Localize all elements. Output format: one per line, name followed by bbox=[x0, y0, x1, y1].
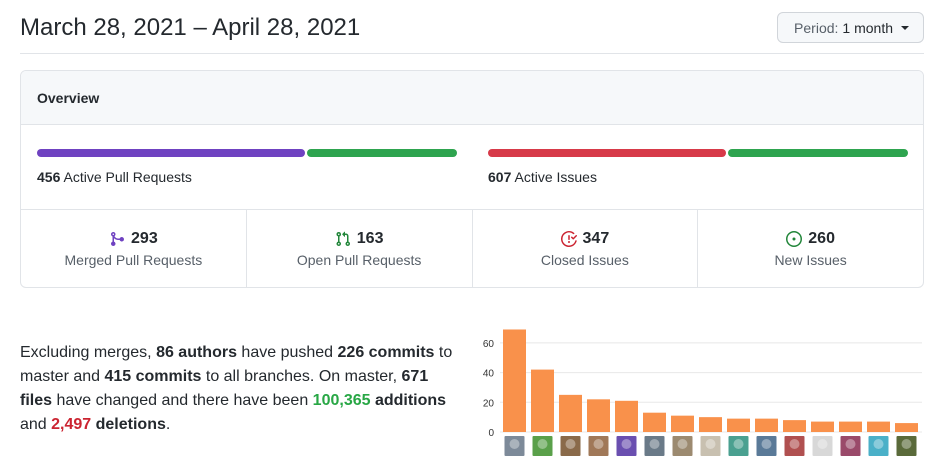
page-header: March 28, 2021 – April 28, 2021 Period: … bbox=[20, 0, 924, 54]
avatar-face bbox=[789, 439, 800, 449]
issue-opened-icon bbox=[786, 231, 803, 247]
all-commits-count: 415 commits bbox=[104, 368, 202, 385]
new-issues-label: New Issues bbox=[774, 252, 847, 268]
y-tick-label: 60 bbox=[483, 339, 495, 350]
summary-text: have changed and there have been bbox=[52, 392, 313, 409]
overview-title: Overview bbox=[37, 89, 100, 106]
caret-down-icon bbox=[901, 25, 909, 30]
summary-text: to all branches. On master, bbox=[201, 368, 402, 385]
contributor-bar[interactable] bbox=[839, 421, 862, 432]
pull-requests-summary[interactable]: 456 Active Pull Requests bbox=[37, 149, 457, 185]
contributor-bar[interactable] bbox=[559, 394, 582, 432]
contributor-bar[interactable] bbox=[671, 415, 694, 432]
overview-box: Overview 456 Active Pull Requests 607 Ac… bbox=[20, 70, 924, 288]
closed-issues-count: 347 bbox=[582, 230, 610, 247]
period-value: 1 month bbox=[842, 19, 893, 36]
avatar-face bbox=[901, 439, 912, 449]
deletions-word: deletions bbox=[91, 416, 166, 433]
authors-count: 86 authors bbox=[156, 344, 237, 361]
git-merge-icon bbox=[111, 232, 125, 246]
pull-requests-progress-bar bbox=[37, 149, 457, 157]
avatar-face bbox=[509, 439, 520, 449]
avatar-face bbox=[705, 439, 716, 449]
active-issues-count: 607 bbox=[488, 169, 512, 185]
stat-merged-pull-requests[interactable]: 293 Merged Pull Requests bbox=[21, 210, 247, 287]
avatar-face bbox=[761, 439, 772, 449]
overview-stats-row: 293 Merged Pull Requests 163 Open Pull R… bbox=[21, 210, 923, 287]
merged-pr-count: 293 bbox=[131, 230, 158, 247]
contributor-bar[interactable] bbox=[699, 417, 722, 432]
y-tick-label: 40 bbox=[483, 369, 495, 380]
contributor-bar[interactable] bbox=[867, 421, 890, 432]
pull-requests-caption: 456 Active Pull Requests bbox=[37, 169, 457, 185]
merged-pr-label: Merged Pull Requests bbox=[64, 252, 203, 268]
y-tick-label: 20 bbox=[483, 398, 495, 409]
summary-text: . bbox=[165, 416, 171, 433]
open-pr-count: 163 bbox=[356, 230, 384, 247]
closed-issues-label: Closed Issues bbox=[540, 252, 629, 268]
commit-summary: Excluding merges, 86 authors have pushed… bbox=[20, 341, 460, 437]
overview-bars-row: 456 Active Pull Requests 607 Active Issu… bbox=[21, 125, 923, 210]
summary-text: and bbox=[20, 416, 52, 433]
closed-issues-segment bbox=[488, 149, 727, 157]
avatar-face bbox=[845, 439, 856, 449]
merged-pr-segment bbox=[37, 149, 305, 157]
deletions-count: 2,497 bbox=[51, 416, 92, 433]
page-title: March 28, 2021 – April 28, 2021 bbox=[20, 14, 361, 41]
active-pr-label: Active Pull Requests bbox=[63, 169, 192, 185]
contributor-bar[interactable] bbox=[895, 423, 918, 432]
active-pr-count: 456 bbox=[37, 169, 61, 185]
issue-closed-icon bbox=[560, 231, 577, 247]
period-dropdown-button[interactable]: Period: 1 month bbox=[777, 12, 924, 43]
git-pull-request-icon bbox=[336, 231, 350, 247]
avatar-face bbox=[817, 439, 828, 449]
new-issues-count: 260 bbox=[808, 230, 835, 247]
issues-caption: 607 Active Issues bbox=[488, 169, 908, 185]
avatar-face bbox=[537, 439, 548, 449]
contributor-bar[interactable] bbox=[643, 412, 666, 432]
avatar-face bbox=[677, 439, 688, 449]
contributors-bar-chart: 0 20 40 60 bbox=[472, 320, 924, 469]
active-issues-label: Active Issues bbox=[514, 169, 597, 185]
avatar-face bbox=[565, 439, 576, 449]
period-label: Period: bbox=[794, 19, 839, 36]
contributor-bar[interactable] bbox=[503, 329, 526, 432]
additions-word: additions bbox=[370, 392, 447, 409]
contributor-bar[interactable] bbox=[783, 420, 806, 432]
y-tick-label: 0 bbox=[488, 428, 494, 439]
contributor-bar[interactable] bbox=[727, 418, 750, 432]
issues-progress-bar bbox=[488, 149, 908, 157]
contributor-bar[interactable] bbox=[615, 400, 638, 432]
master-commits-count: 226 commits bbox=[337, 344, 435, 361]
summary-text: Excluding merges, bbox=[20, 344, 157, 361]
contributor-bar[interactable] bbox=[587, 399, 610, 432]
avatar-face bbox=[649, 439, 660, 449]
avatar-face bbox=[873, 439, 884, 449]
contributor-bar[interactable] bbox=[531, 369, 554, 432]
additions-count: 100,365 bbox=[312, 392, 371, 409]
open-pr-segment bbox=[306, 149, 457, 157]
open-pr-label: Open Pull Requests bbox=[296, 252, 422, 268]
new-issues-segment bbox=[728, 149, 908, 157]
contributor-bar[interactable] bbox=[755, 418, 778, 432]
issues-summary[interactable]: 607 Active Issues bbox=[488, 149, 908, 185]
contributors-chart-svg: 0 20 40 60 bbox=[483, 329, 922, 456]
overview-header: Overview bbox=[21, 71, 923, 125]
avatar-face bbox=[593, 439, 604, 449]
avatar-face bbox=[621, 439, 632, 449]
contributor-bar[interactable] bbox=[811, 421, 834, 432]
stat-open-pull-requests[interactable]: 163 Open Pull Requests bbox=[247, 210, 473, 287]
stat-new-issues[interactable]: 260 New Issues bbox=[698, 210, 923, 287]
stat-closed-issues[interactable]: 347 Closed Issues bbox=[473, 210, 699, 287]
avatar-face bbox=[733, 439, 744, 449]
summary-text: have pushed bbox=[236, 344, 338, 361]
